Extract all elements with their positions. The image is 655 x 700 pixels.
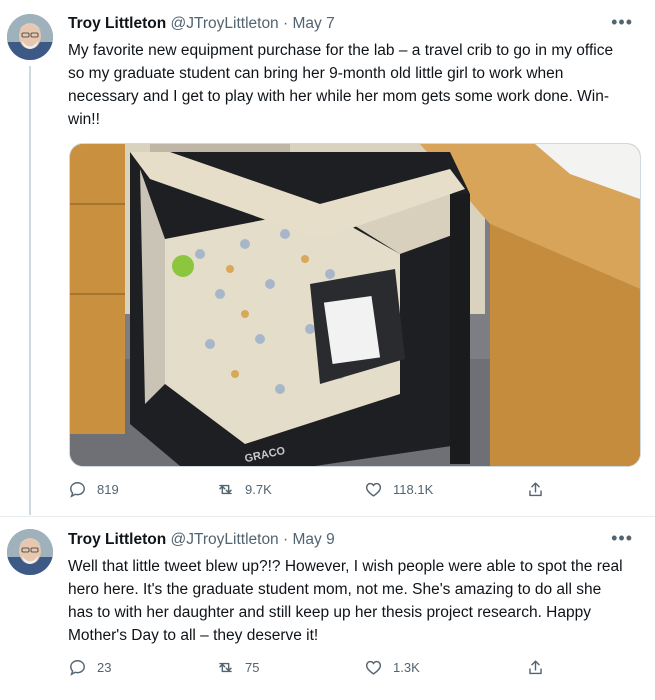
tweet-header: Troy Littleton @JTroyLittleton · May 9 <box>68 531 335 549</box>
like-count: 118.1K <box>393 482 434 497</box>
avatar[interactable] <box>7 14 53 60</box>
share-icon <box>529 660 542 675</box>
tweet-1[interactable]: Troy Littleton @JTroyLittleton · May 7 •… <box>0 0 655 515</box>
share-button[interactable] <box>526 658 545 677</box>
tweet-date[interactable]: May 9 <box>292 531 334 548</box>
retweet-icon <box>219 484 232 495</box>
tweet-image[interactable]: GRACO <box>69 143 641 467</box>
reply-button[interactable]: 23 <box>68 658 111 677</box>
reply-count: 23 <box>97 660 112 675</box>
tweet-header: Troy Littleton @JTroyLittleton · May 7 <box>68 15 335 33</box>
like-button[interactable]: 1.3K <box>364 658 420 677</box>
like-icon <box>365 660 382 675</box>
more-icon[interactable]: ••• <box>611 528 633 549</box>
like-button[interactable]: 118.1K <box>364 480 433 499</box>
crib-photo: GRACO <box>70 144 640 466</box>
more-icon[interactable]: ••• <box>611 12 633 33</box>
separator: · <box>283 531 289 548</box>
reply-icon <box>70 482 85 498</box>
avatar[interactable] <box>7 529 53 575</box>
retweet-icon <box>219 662 232 673</box>
share-icon <box>529 482 542 497</box>
tweet-text: Well that little tweet blew up?!? Howeve… <box>68 558 623 644</box>
separator: · <box>283 15 289 32</box>
thread-line <box>29 66 31 515</box>
reply-button[interactable]: 819 <box>68 480 119 499</box>
like-icon <box>365 482 382 497</box>
tweet-date[interactable]: May 7 <box>292 15 334 32</box>
retweet-count: 75 <box>245 660 260 675</box>
reply-icon <box>70 660 85 676</box>
tweet-actions: 23 75 1.3K <box>68 658 628 682</box>
tweet-text: My favorite new equipment purchase for t… <box>68 42 614 128</box>
like-count: 1.3K <box>393 660 420 675</box>
tweet-2[interactable]: Troy Littleton @JTroyLittleton · May 9 •… <box>0 517 655 700</box>
author-handle[interactable]: @JTroyLittleton <box>170 15 278 32</box>
tweet-actions: 819 9.7K 118.1K <box>68 480 628 504</box>
share-button[interactable] <box>526 480 545 499</box>
reply-count: 819 <box>97 482 119 497</box>
author-name[interactable]: Troy Littleton <box>68 531 166 548</box>
retweet-count: 9.7K <box>245 482 272 497</box>
author-name[interactable]: Troy Littleton <box>68 15 166 32</box>
author-handle[interactable]: @JTroyLittleton <box>170 531 278 548</box>
retweet-button[interactable]: 9.7K <box>216 480 272 499</box>
retweet-button[interactable]: 75 <box>216 658 259 677</box>
